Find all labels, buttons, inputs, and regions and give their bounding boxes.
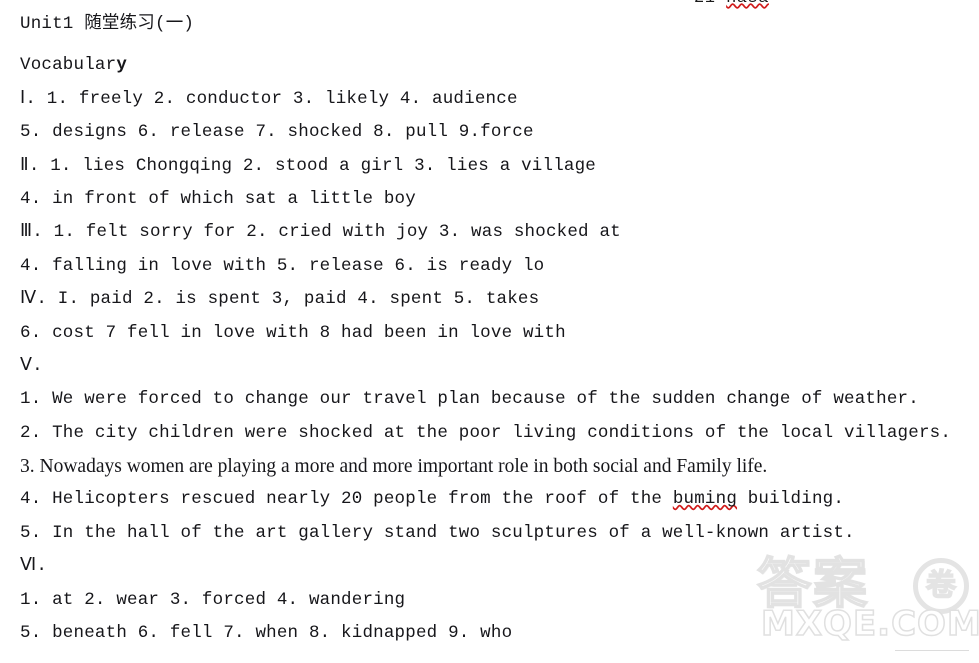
section-3-line-2: 4. falling in love with 5. release 6. is… [20,255,545,276]
answer-key-body: Unit1 随堂练习(一) Vocabulary Ⅰ. 1. freely 2.… [0,0,979,650]
section-5-misspelled-word: buming [672,489,738,510]
document-page: 21 nasa Unit1 随堂练习(一) Vocabulary Ⅰ. 1. f… [0,0,979,663]
section-2-line-1: Ⅱ. 1. lies Chongqing 2. stood a girl 3. … [20,155,597,176]
section-1-line-1: Ⅰ. 1. freely 2. conductor 3. likely 4. a… [20,88,518,109]
section-4-line-1: Ⅳ. I. paid 2. is spent 3, paid 4. spent … [20,289,540,310]
vocabulary-heading-tail: y [116,55,128,76]
section-5-sentence-5: 5. In the hall of the art gallery stand … [20,522,855,543]
vocabulary-heading-text: Vocabular [20,55,117,76]
section-1-line-2: 5. designs 6. release 7. shocked 8. pull… [20,122,534,143]
section-6-heading: Ⅵ. [20,556,48,577]
section-6-line-1: 1. at 2. wear 3. forced 4. wandering [20,589,406,610]
section-5-sentence-1: 1. We were forced to change our travel p… [20,389,919,410]
section-5-sentence-3: 3. Nowadays women are playing a more and… [20,456,768,478]
section-5-sentence-2: 2. The city children were shocked at the… [20,422,952,443]
section-5-sentence-4: 4. Helicopters rescued nearly 20 people … [0,483,979,516]
page-title: Unit1 随堂练习(一) [20,14,195,34]
section-5-sentence-4-prefix: 4. Helicopters rescued nearly 20 people … [20,489,673,510]
section-6-line-2: 5. beneath 6. fell 7. when 8. kidnapped … [20,623,513,644]
section-5-heading: Ⅴ. [20,355,43,376]
section-5-sentence-4-suffix: building. [737,489,845,510]
section-4-line-2: 6. cost 7 fell in love with 8 had been i… [20,322,566,343]
section-2-line-2: 4. in front of which sat a little boy [20,188,416,209]
section-3-line-1: Ⅲ. 1. felt sorry for 2. cried with joy 3… [20,222,621,243]
vocabulary-heading: Vocabulary [0,49,979,82]
